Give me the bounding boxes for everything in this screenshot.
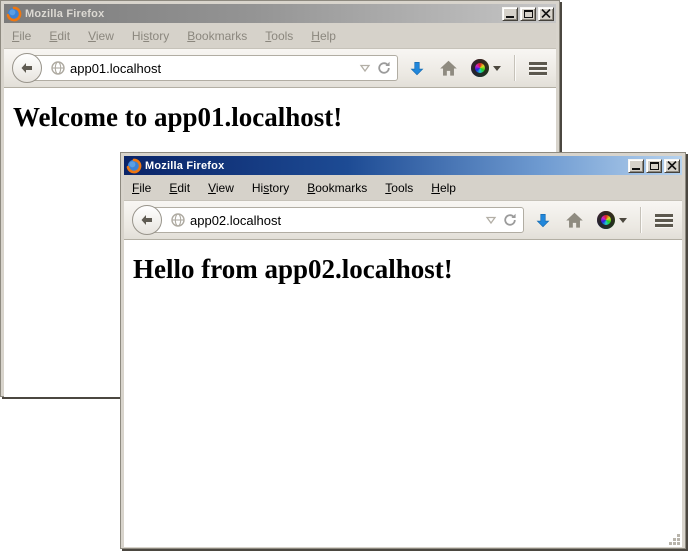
menu-hamburger-button[interactable] <box>654 212 674 229</box>
back-button[interactable] <box>132 205 162 235</box>
addon-caret-icon <box>619 218 627 223</box>
menu-view[interactable]: View <box>208 181 234 195</box>
download-icon[interactable] <box>534 210 552 230</box>
minimize-icon <box>632 168 640 170</box>
addon-button[interactable] <box>471 59 501 77</box>
addon-button[interactable] <box>597 211 627 229</box>
page-content-app02: Hello from app02.localhost! <box>124 240 682 547</box>
maximize-button[interactable] <box>646 159 662 173</box>
menu-help[interactable]: Help <box>311 29 336 43</box>
toolbar-separator <box>514 55 515 81</box>
home-icon[interactable] <box>565 211 584 230</box>
url-bar[interactable] <box>147 207 524 233</box>
menubar: File Edit View History Bookmarks Tools H… <box>124 175 682 200</box>
urlbar-dropdown-icon[interactable] <box>485 214 497 226</box>
reload-icon[interactable] <box>502 212 518 228</box>
close-button[interactable] <box>664 159 680 173</box>
menu-tools[interactable]: Tools <box>265 29 293 43</box>
globe-icon <box>170 212 186 228</box>
maximize-icon <box>524 10 533 18</box>
urlbar-dropdown-icon[interactable] <box>359 62 371 74</box>
browser-window-app02[interactable]: Mozilla Firefox File Edit View History B… <box>120 152 686 549</box>
back-arrow-icon <box>139 212 155 228</box>
home-icon[interactable] <box>439 59 458 78</box>
back-arrow-icon <box>19 60 35 76</box>
titlebar[interactable]: Mozilla Firefox <box>124 156 682 175</box>
firefox-logo-icon <box>6 6 22 22</box>
addon-caret-icon <box>493 66 501 71</box>
maximize-button[interactable] <box>520 7 536 21</box>
maximize-icon <box>650 162 659 170</box>
url-input[interactable] <box>190 213 485 228</box>
resize-grip[interactable] <box>667 532 681 546</box>
download-icon[interactable] <box>408 58 426 78</box>
close-icon <box>541 9 551 18</box>
menu-help[interactable]: Help <box>431 181 456 195</box>
window-title: Mozilla Firefox <box>25 8 500 20</box>
color-wheel-addon-icon <box>471 59 489 77</box>
url-input[interactable] <box>70 61 359 76</box>
menu-edit[interactable]: Edit <box>169 181 190 195</box>
back-button[interactable] <box>12 53 42 83</box>
navigation-toolbar <box>124 200 682 240</box>
reload-icon[interactable] <box>376 60 392 76</box>
menu-edit[interactable]: Edit <box>49 29 70 43</box>
menubar: File Edit View History Bookmarks Tools H… <box>4 23 556 48</box>
menu-tools[interactable]: Tools <box>385 181 413 195</box>
minimize-button[interactable] <box>628 159 644 173</box>
window-title: Mozilla Firefox <box>145 160 626 172</box>
close-icon <box>667 161 677 170</box>
minimize-icon <box>506 16 514 18</box>
close-button[interactable] <box>538 7 554 21</box>
page-heading: Hello from app02.localhost! <box>133 254 682 285</box>
page-heading: Welcome to app01.localhost! <box>13 102 556 133</box>
menu-bookmarks[interactable]: Bookmarks <box>187 29 247 43</box>
firefox-logo-icon <box>126 158 142 174</box>
menu-file[interactable]: File <box>12 29 31 43</box>
menu-history[interactable]: History <box>132 29 169 43</box>
menu-hamburger-button[interactable] <box>528 60 548 77</box>
color-wheel-addon-icon <box>597 211 615 229</box>
navigation-toolbar <box>4 48 556 88</box>
menu-bookmarks[interactable]: Bookmarks <box>307 181 367 195</box>
toolbar-separator <box>640 207 641 233</box>
globe-icon <box>50 60 66 76</box>
menu-history[interactable]: History <box>252 181 289 195</box>
minimize-button[interactable] <box>502 7 518 21</box>
titlebar[interactable]: Mozilla Firefox <box>4 4 556 23</box>
url-bar[interactable] <box>27 55 398 81</box>
menu-view[interactable]: View <box>88 29 114 43</box>
menu-file[interactable]: File <box>132 181 151 195</box>
